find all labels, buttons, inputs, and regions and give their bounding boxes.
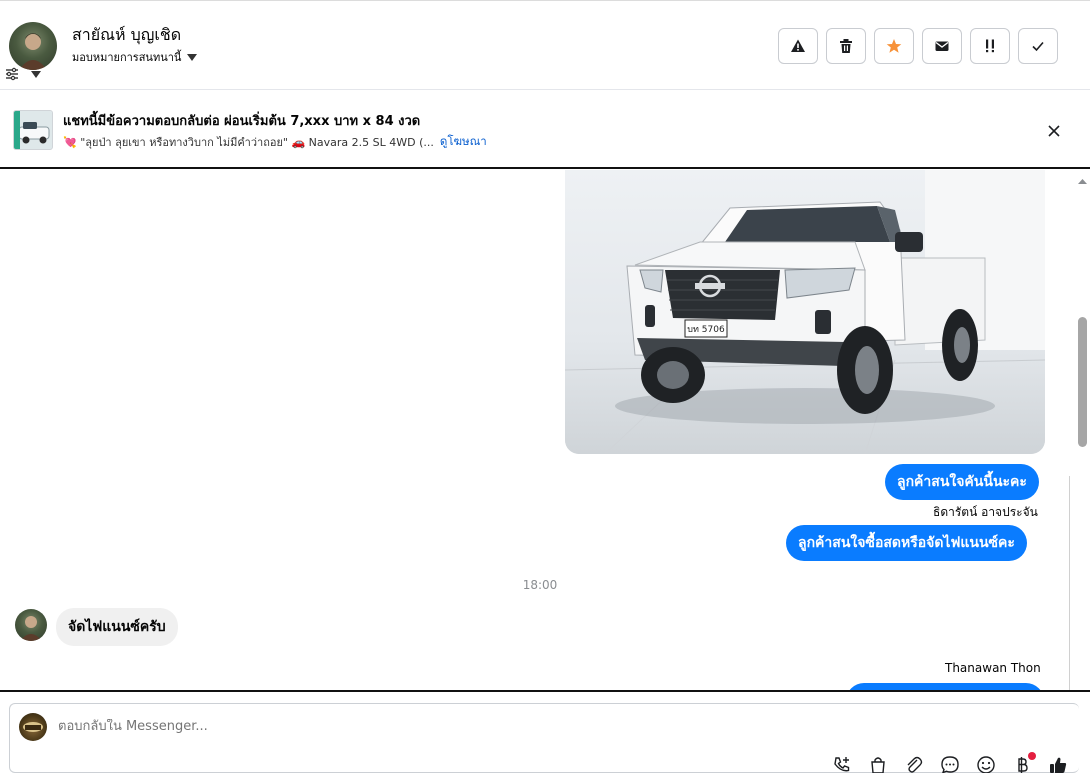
- add-call-icon: [834, 757, 850, 772]
- contact-avatar-small[interactable]: [15, 609, 47, 641]
- collapsed-side-panel[interactable]: [1069, 476, 1090, 690]
- close-icon: [1048, 125, 1060, 137]
- notification-dot: [1028, 752, 1036, 760]
- saved-replies-button[interactable]: [938, 754, 962, 773]
- mark-done-button[interactable]: [1018, 28, 1058, 64]
- license-plate: บท 5706: [687, 325, 725, 335]
- sender-name: Thanawan Thon: [945, 661, 1041, 675]
- ad-context-banner: แชทนี้มีข้อความตอบกลับต่อ ผ่อนเริ่มต้น 7…: [0, 91, 1090, 169]
- chat-bubble-icon: [941, 756, 959, 773]
- send-like-button[interactable]: [1046, 754, 1070, 773]
- chevron-down-icon[interactable]: [31, 70, 41, 78]
- composer-divider: [0, 690, 1090, 692]
- delete-button[interactable]: [826, 28, 866, 64]
- reply-input[interactable]: [58, 719, 658, 734]
- incoming-message[interactable]: จัดไฟแนนซ์ครับ: [56, 608, 178, 646]
- assign-conversation-dropdown[interactable]: มอบหมายการสนทนานี้: [72, 48, 198, 66]
- page-avatar: [19, 713, 47, 741]
- star-button[interactable]: [874, 28, 914, 64]
- emoji-button[interactable]: [974, 754, 998, 773]
- attach-file-button[interactable]: [902, 754, 926, 773]
- thread-scrollbar[interactable]: [1075, 170, 1090, 455]
- add-call-button[interactable]: [830, 754, 854, 773]
- outgoing-message[interactable]: ลูกค้าสนใจซื้อสดหรือจัดไฟแนนซ์คะ: [786, 525, 1027, 561]
- emoji-icon: [977, 756, 995, 773]
- chevron-down-icon: [187, 53, 198, 61]
- scroll-up-arrow-icon[interactable]: [1075, 175, 1090, 187]
- outgoing-message[interactable]: ลูกค้าสนใจคันนี้นะคะ: [885, 464, 1039, 500]
- car-photo-attachment[interactable]: บท 5706: [565, 170, 1045, 454]
- shopping-bag-icon: [871, 757, 885, 773]
- assign-label: มอบหมายการสนทนานี้: [72, 51, 182, 64]
- warning-icon: [791, 39, 805, 52]
- view-ad-link[interactable]: ดูโฆษณา: [440, 133, 487, 151]
- sender-name: ธิดารัตน์ อาจประจัน: [933, 505, 1038, 519]
- ad-thumbnail[interactable]: [13, 110, 53, 150]
- ad-subtitle-row: 💘 "ลุยป่า ลุยเขา หรือทางวิบาก ไม่มีคำว่า…: [63, 133, 487, 151]
- shop-button[interactable]: [866, 754, 890, 773]
- exclamation-icon: [986, 39, 994, 53]
- scroll-thumb[interactable]: [1078, 317, 1087, 447]
- trash-icon: [840, 39, 852, 53]
- contact-name[interactable]: สายัณห์ บุญเชิด: [72, 23, 181, 48]
- conversation-actions: [778, 28, 1058, 64]
- conversation-header: สายัณห์ บุญเชิด มอบหมายการสนทนานี้: [0, 0, 1090, 90]
- sliders-icon[interactable]: [5, 67, 19, 81]
- payment-button[interactable]: [1010, 752, 1036, 773]
- paperclip-icon: [907, 756, 923, 773]
- close-banner-button[interactable]: [1044, 121, 1064, 141]
- mark-unread-button[interactable]: [922, 28, 962, 64]
- follow-up-button[interactable]: [970, 28, 1010, 64]
- composer-toolbar: [830, 752, 1070, 773]
- star-icon: [886, 39, 902, 53]
- filter-menu[interactable]: [5, 67, 41, 81]
- envelope-icon: [935, 41, 949, 51]
- report-spam-button[interactable]: [778, 28, 818, 64]
- message-timestamp: 18:00: [522, 578, 558, 592]
- check-icon: [1032, 41, 1044, 52]
- reply-composer: [9, 703, 1079, 773]
- outgoing-message-partial[interactable]: [846, 683, 1044, 690]
- message-thread: บท 5706 ลูกค้าสนใจคันนี้นะคะ ธิดารัตน์ อ…: [0, 170, 1090, 690]
- thumbs-up-icon: [1050, 757, 1067, 773]
- contact-avatar[interactable]: [9, 22, 57, 70]
- ad-title: แชทนี้มีข้อความตอบกลับต่อ ผ่อนเริ่มต้น 7…: [63, 114, 421, 129]
- ad-subtitle: 💘 "ลุยป่า ลุยเขา หรือทางวิบาก ไม่มีคำว่า…: [63, 136, 434, 149]
